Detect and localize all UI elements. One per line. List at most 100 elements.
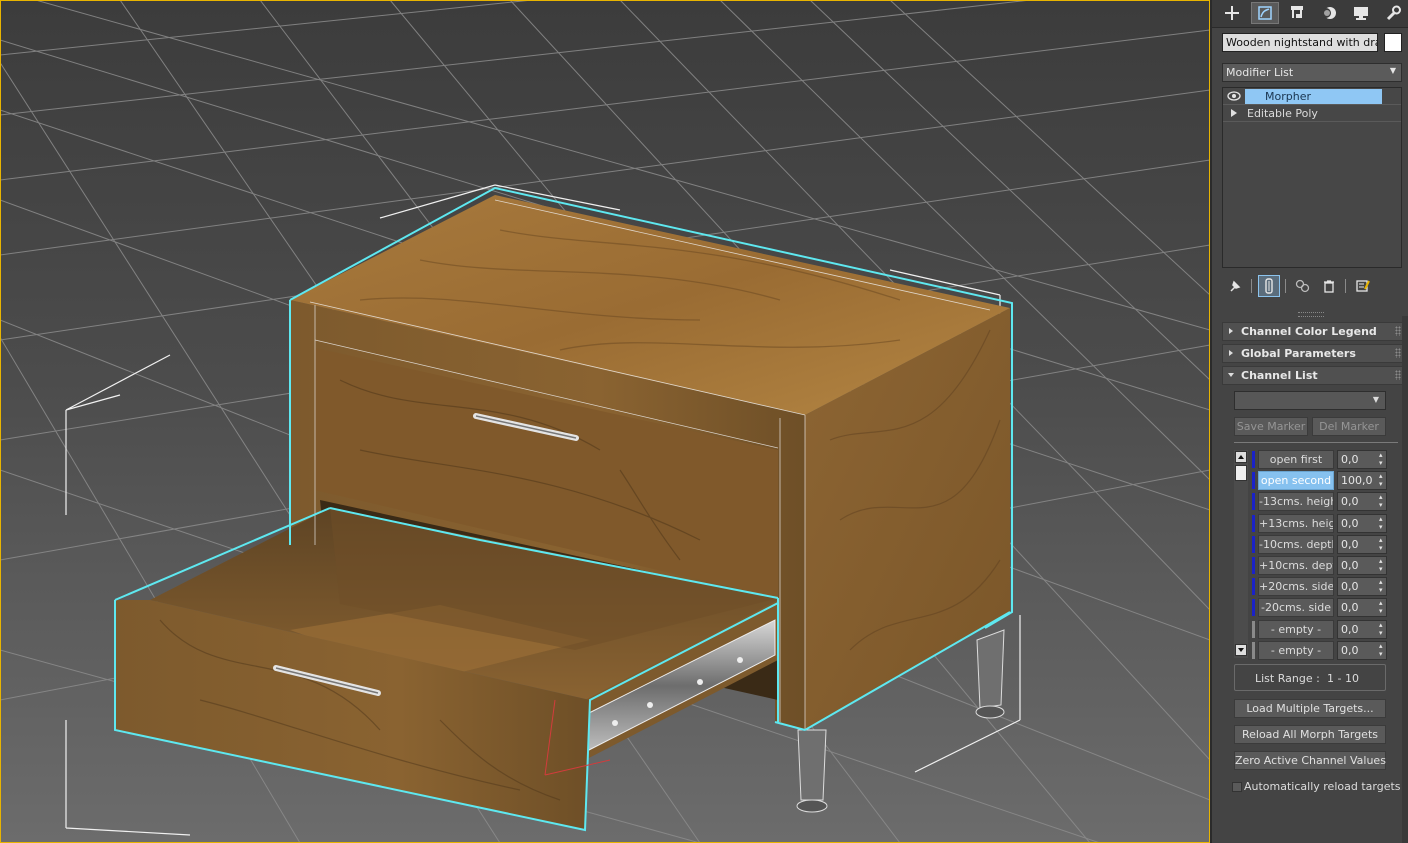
panel-scrollbar[interactable] bbox=[1402, 316, 1408, 843]
command-panel: Wooden nightstand with drawer Modifier L… bbox=[1210, 0, 1408, 843]
channel-color-swatch bbox=[1252, 557, 1255, 574]
motion-tab[interactable] bbox=[1315, 2, 1343, 24]
chevron-down-icon: ▼ bbox=[1372, 395, 1379, 404]
rollout-channel-list[interactable]: Channel List bbox=[1222, 366, 1408, 385]
make-unique-button[interactable] bbox=[1292, 275, 1314, 297]
motion-icon bbox=[1321, 7, 1336, 19]
drag-handle-icon bbox=[1395, 370, 1401, 380]
collapsed-triangle-icon bbox=[1229, 328, 1233, 334]
channel-color-swatch bbox=[1252, 472, 1255, 489]
expanded-triangle-icon bbox=[1228, 373, 1234, 377]
del-marker-button[interactable]: Del Marker bbox=[1312, 417, 1386, 436]
display-tab[interactable] bbox=[1347, 2, 1375, 24]
channel-value-spinner[interactable]: 0,0 bbox=[1337, 598, 1387, 617]
channel-name-button[interactable]: - empty - bbox=[1258, 620, 1334, 639]
channel-name-button[interactable]: -20cms. side bbox=[1258, 598, 1334, 617]
channel-value-spinner[interactable]: 0,0 bbox=[1337, 492, 1387, 511]
list-range-box: List Range : 1 - 10 bbox=[1234, 664, 1386, 691]
channel-name-button[interactable]: open second bbox=[1258, 471, 1334, 490]
scroll-up-icon[interactable] bbox=[1235, 451, 1247, 463]
object-color-swatch[interactable] bbox=[1384, 33, 1402, 52]
zero-active-channel-values-button[interactable]: Zero Active Channel Values bbox=[1234, 751, 1386, 770]
channel-value-spinner[interactable]: 0,0 bbox=[1337, 620, 1387, 639]
remove-modifier-button[interactable] bbox=[1318, 275, 1340, 297]
stack-item-editable-poly[interactable]: Editable Poly bbox=[1223, 105, 1401, 122]
hierarchy-tab[interactable] bbox=[1283, 2, 1311, 24]
list-range-value: 1 - 10 bbox=[1327, 672, 1359, 685]
divider bbox=[1234, 442, 1398, 443]
scene-render[interactable] bbox=[0, 0, 1210, 843]
channel-row: +13cms. height0,0 bbox=[1252, 514, 1398, 533]
channel-name-button[interactable]: +13cms. height bbox=[1258, 514, 1334, 533]
channel-value-spinner[interactable]: 0,0 bbox=[1337, 556, 1387, 575]
channel-row: - empty -0,0 bbox=[1252, 620, 1398, 639]
stack-item-label: Editable Poly bbox=[1247, 107, 1318, 120]
channel-name-button[interactable]: +10cms. depth bbox=[1258, 556, 1334, 575]
expand-triangle-icon[interactable] bbox=[1231, 109, 1237, 117]
utilities-tab[interactable] bbox=[1379, 2, 1407, 24]
channel-row: +10cms. depth0,0 bbox=[1252, 556, 1398, 575]
modifier-list-dropdown[interactable]: Modifier List ▼ bbox=[1222, 63, 1402, 82]
display-icon bbox=[1354, 7, 1368, 20]
channel-color-swatch bbox=[1252, 493, 1255, 510]
channel-name-button[interactable]: open first bbox=[1258, 450, 1334, 469]
channel-value-spinner[interactable]: 100,0 bbox=[1337, 471, 1387, 490]
channel-scrollbar[interactable] bbox=[1234, 450, 1248, 658]
pin-stack-button[interactable] bbox=[1224, 275, 1246, 297]
trash-icon bbox=[1324, 280, 1334, 293]
channel-color-swatch bbox=[1252, 515, 1255, 532]
configure-sets-icon bbox=[1356, 280, 1370, 292]
show-end-result-button[interactable] bbox=[1258, 275, 1280, 297]
scroll-thumb[interactable] bbox=[1235, 465, 1247, 481]
perspective-viewport[interactable] bbox=[0, 0, 1210, 843]
rollout-title: Global Parameters bbox=[1241, 347, 1356, 360]
nightstand-model bbox=[114, 186, 1013, 832]
save-marker-button[interactable]: Save Marker bbox=[1234, 417, 1308, 436]
scroll-down-icon[interactable] bbox=[1235, 644, 1247, 656]
modifier-stack[interactable]: Morpher Editable Poly bbox=[1222, 87, 1402, 268]
load-multiple-targets-button[interactable]: Load Multiple Targets... bbox=[1234, 699, 1386, 718]
channel-value-spinner[interactable]: 0,0 bbox=[1337, 577, 1387, 596]
panel-splitter-grip[interactable] bbox=[1298, 312, 1324, 317]
rollout-global-parameters[interactable]: Global Parameters bbox=[1222, 344, 1408, 363]
channel-color-swatch bbox=[1252, 536, 1255, 553]
channel-value-spinner[interactable]: 0,0 bbox=[1337, 535, 1387, 554]
modifier-list-label: Modifier List bbox=[1226, 66, 1294, 79]
create-tab[interactable] bbox=[1218, 2, 1246, 24]
channel-color-swatch bbox=[1252, 578, 1255, 595]
stack-toolbar bbox=[1222, 273, 1402, 299]
channel-color-swatch bbox=[1252, 451, 1255, 468]
command-panel-tabs bbox=[1212, 0, 1408, 28]
object-name-field[interactable]: Wooden nightstand with drawer bbox=[1222, 33, 1378, 52]
channel-row: open first 0,0 bbox=[1252, 450, 1398, 469]
channel-name-button[interactable]: -13cms. height bbox=[1258, 492, 1334, 511]
marker-dropdown[interactable]: ▼ bbox=[1234, 391, 1386, 410]
channel-row: -20cms. side 0,0 bbox=[1252, 598, 1398, 617]
channel-color-swatch bbox=[1252, 642, 1255, 659]
channel-value-spinner[interactable]: 0,0 bbox=[1337, 450, 1387, 469]
channel-row: -10cms. depth 0,0 bbox=[1252, 535, 1398, 554]
rollout-title: Channel Color Legend bbox=[1241, 325, 1377, 338]
reload-all-morph-targets-button[interactable]: Reload All Morph Targets bbox=[1234, 725, 1386, 744]
channel-row: -13cms. height 0,0 bbox=[1252, 492, 1398, 511]
channel-row: - empty -0,0 bbox=[1252, 641, 1398, 660]
modify-tab[interactable] bbox=[1251, 2, 1279, 24]
make-unique-icon bbox=[1295, 279, 1310, 293]
channel-name-button[interactable]: +20cms. side bbox=[1258, 577, 1334, 596]
configure-sets-button[interactable] bbox=[1352, 275, 1374, 297]
channel-value-spinner[interactable]: 0,0 bbox=[1337, 641, 1387, 660]
chevron-down-icon: ▼ bbox=[1389, 66, 1396, 75]
auto-reload-checkbox[interactable] bbox=[1232, 782, 1242, 792]
stack-item-morpher[interactable]: Morpher bbox=[1223, 88, 1401, 105]
rollout-title: Channel List bbox=[1241, 369, 1318, 382]
channel-name-button[interactable]: -10cms. depth bbox=[1258, 535, 1334, 554]
channel-row: open second 100,0 bbox=[1252, 471, 1398, 490]
hierarchy-icon bbox=[1291, 6, 1303, 18]
rollout-channel-color-legend[interactable]: Channel Color Legend bbox=[1222, 322, 1408, 341]
channel-name-button[interactable]: - empty - bbox=[1258, 641, 1334, 660]
utilities-wrench-icon bbox=[1386, 5, 1401, 21]
channel-value-spinner[interactable]: 0,0 bbox=[1337, 514, 1387, 533]
modify-icon bbox=[1258, 6, 1272, 20]
eye-icon[interactable] bbox=[1227, 91, 1241, 101]
auto-reload-label: Automatically reload targets bbox=[1244, 780, 1401, 793]
